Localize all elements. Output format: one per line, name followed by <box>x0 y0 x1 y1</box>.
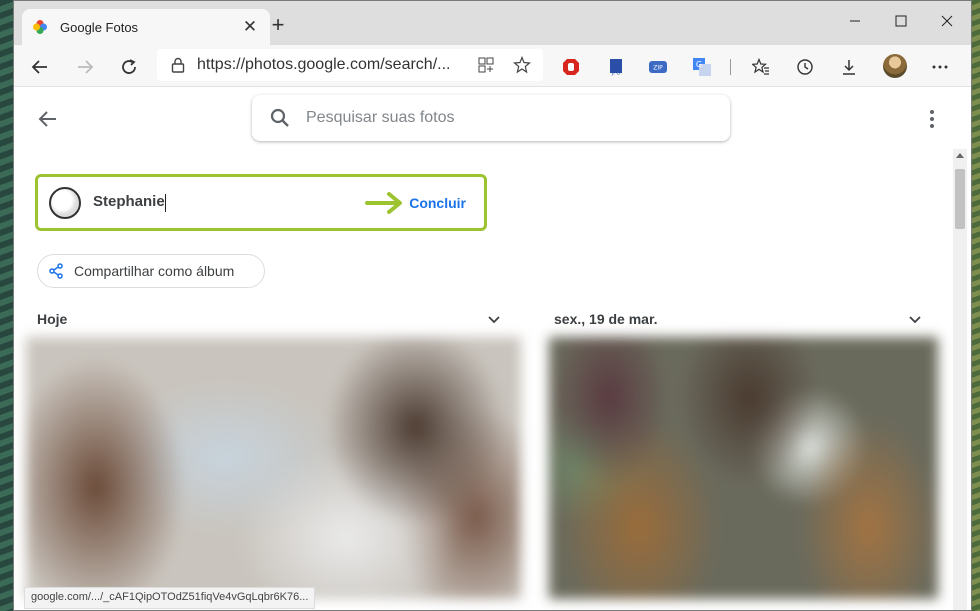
link-status-bar: google.com/.../_cAF1QipOTOdZ51fiqVe4vGqL… <box>24 587 316 609</box>
close-window-button[interactable] <box>924 7 970 35</box>
svg-text:G: G <box>696 60 702 69</box>
share-icon <box>49 263 63 279</box>
address-bar[interactable]: https://photos.google.com/search/... <box>157 49 543 81</box>
back-arrow-icon[interactable] <box>36 107 60 131</box>
more-options-button[interactable] <box>922 107 942 131</box>
zip-extension-icon[interactable]: ZIP <box>644 53 672 81</box>
browser-window: Google Fotos ✕ + https://photos.google.c… <box>13 0 972 611</box>
toolbar-separator <box>730 59 731 75</box>
browser-tab[interactable]: Google Fotos ✕ <box>22 9 270 45</box>
green-arrow-annotation-icon <box>365 191 403 214</box>
reload-icon <box>122 59 136 74</box>
lock-icon <box>171 57 185 73</box>
photos-page: Pesquisar suas fotos Stephanie Concluir … <box>14 87 971 610</box>
tab-close-icon[interactable]: ✕ <box>240 17 260 37</box>
section-date-march-19: sex., 19 de mar. <box>554 311 658 327</box>
section-date-today: Hoje <box>37 311 68 327</box>
person-name-editor: Stephanie Concluir <box>35 174 487 231</box>
svg-text:JPG: JPG <box>611 71 620 77</box>
person-name-input[interactable]: Stephanie <box>93 193 365 212</box>
arrow-left-icon <box>31 60 47 74</box>
close-icon <box>941 15 953 27</box>
desktop-background-left <box>0 0 13 611</box>
chevron-down-icon[interactable] <box>908 313 922 327</box>
search-icon <box>270 108 289 127</box>
person-name-text: Stephanie <box>93 193 165 211</box>
photo-thumbnail[interactable] <box>549 337 938 599</box>
arrow-right-icon <box>78 60 94 74</box>
jpg-extension-icon[interactable]: JPG <box>602 53 630 81</box>
chevron-down-icon[interactable] <box>487 313 501 327</box>
maximize-icon <box>895 15 907 27</box>
vertical-scrollbar[interactable] <box>953 149 967 610</box>
title-bar: Google Fotos ✕ + <box>14 1 971 45</box>
photos-search-box[interactable]: Pesquisar suas fotos <box>252 95 730 141</box>
share-as-album-button[interactable]: Compartilhar como álbum <box>37 254 265 288</box>
google-photos-icon <box>33 20 47 34</box>
more-horizontal-icon <box>932 65 948 69</box>
adblock-extension-icon[interactable] <box>557 53 585 81</box>
person-face-thumbnail[interactable] <box>49 186 81 219</box>
photo-thumbnail[interactable] <box>26 337 521 599</box>
share-as-album-label: Compartilhar como álbum <box>74 263 235 279</box>
history-icon <box>797 59 813 75</box>
svg-text:ZIP: ZIP <box>653 65 663 72</box>
downloads-button[interactable] <box>835 53 863 81</box>
minimize-button[interactable] <box>832 7 878 35</box>
scrollbar-thumb[interactable] <box>955 169 965 229</box>
tab-title: Google Fotos <box>60 19 139 35</box>
download-icon <box>843 60 855 75</box>
favorite-star-icon[interactable] <box>513 56 531 74</box>
done-button[interactable]: Concluir <box>409 195 466 211</box>
reload-button[interactable] <box>115 53 143 81</box>
profile-avatar[interactable] <box>883 54 907 78</box>
history-button[interactable] <box>791 53 819 81</box>
translate-extension-icon[interactable]: G <box>688 53 716 81</box>
new-tab-button[interactable]: + <box>267 14 289 37</box>
scroll-up-arrow-icon[interactable] <box>956 153 964 158</box>
back-button[interactable] <box>26 53 54 81</box>
favorites-button[interactable] <box>747 53 775 81</box>
browser-menu-button[interactable] <box>926 53 954 81</box>
browser-toolbar: https://photos.google.com/search/... JPG… <box>14 45 971 87</box>
apps-icon[interactable] <box>477 56 495 74</box>
search-placeholder: Pesquisar suas fotos <box>306 109 455 126</box>
desktop-background-right <box>972 0 980 611</box>
minimize-icon <box>850 20 860 22</box>
address-text: https://photos.google.com/search/... <box>197 56 451 73</box>
maximize-button[interactable] <box>878 7 924 35</box>
forward-button[interactable] <box>71 53 99 81</box>
text-cursor <box>164 193 166 212</box>
favorites-icon <box>752 58 769 75</box>
